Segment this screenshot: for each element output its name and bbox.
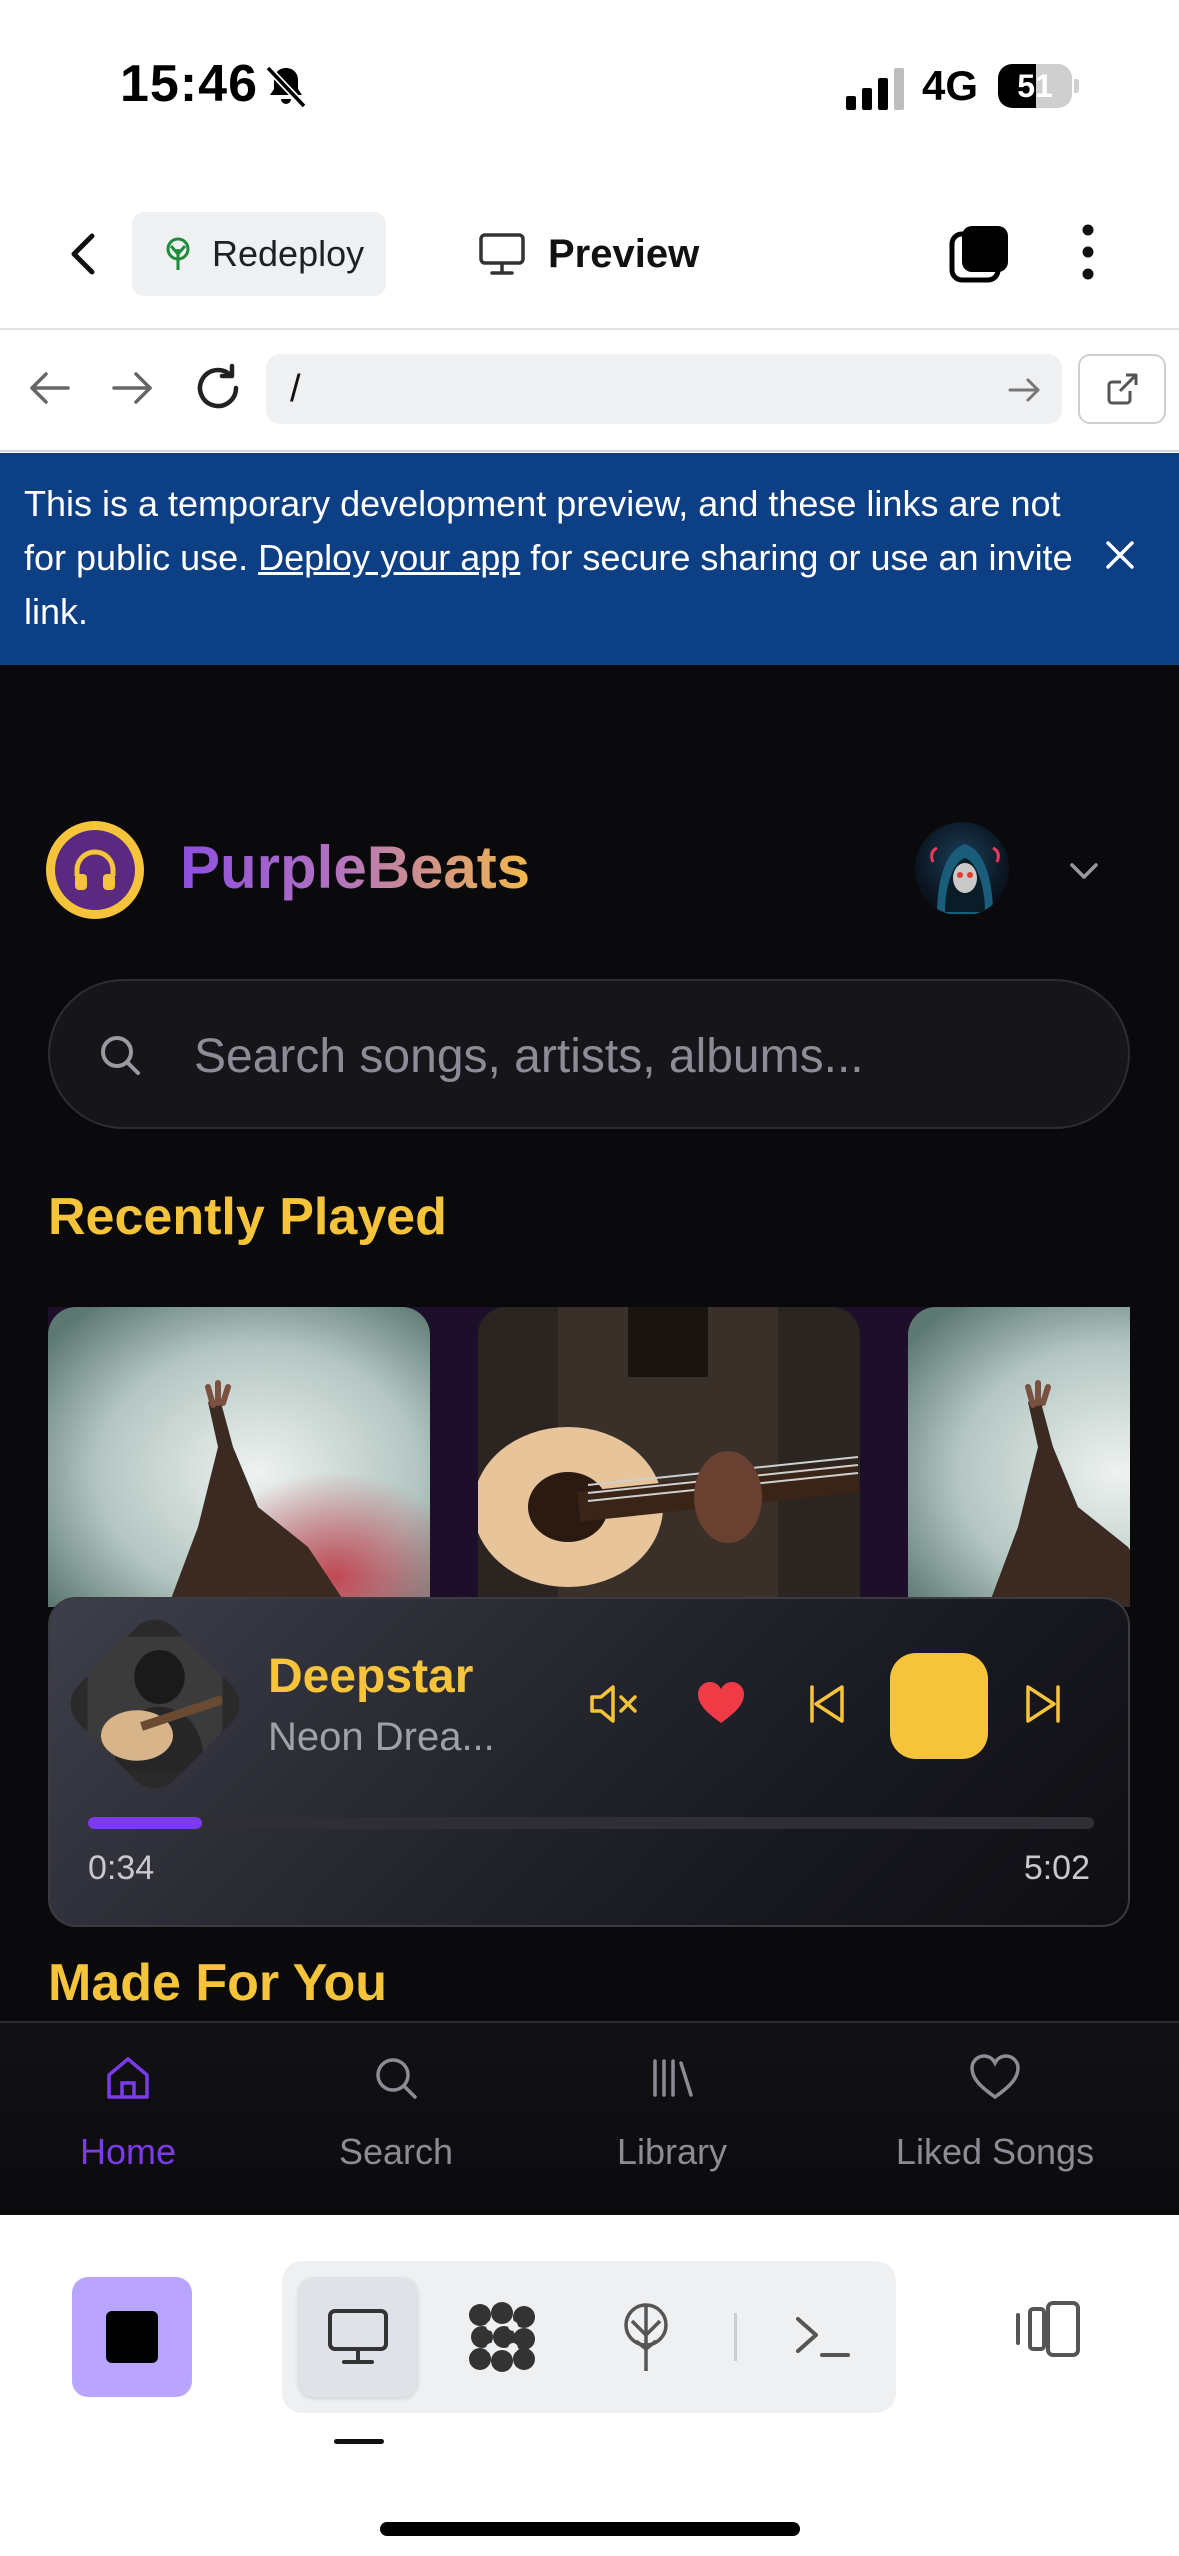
nav-liked-songs[interactable]: Liked Songs: [864, 2041, 1126, 2201]
status-time: 15:46: [120, 55, 258, 113]
heart-filled-icon: [698, 1682, 744, 1723]
now-playing-artist: Neon Drea...: [268, 1715, 495, 1759]
play-pause-button[interactable]: [890, 1653, 988, 1759]
agent-tool-button[interactable]: [442, 2277, 562, 2397]
skip-forward-icon: [1026, 1685, 1060, 1723]
recently-played-carousel[interactable]: [48, 1307, 1130, 1607]
panels-icon: [1016, 2301, 1080, 2357]
app-header: Redeploy Preview: [0, 170, 1179, 330]
monitor-icon: [479, 233, 525, 275]
preview-tab[interactable]: Preview: [478, 218, 699, 290]
stop-button[interactable]: [72, 2277, 192, 2397]
signal-icon: [846, 68, 904, 110]
headphones-logo-icon: [46, 821, 144, 919]
deploy-tree-icon: [166, 237, 190, 270]
now-playing-bar: Deepstar Neon Drea... 0:34 5:02: [48, 1597, 1130, 1927]
external-link-icon: [1107, 373, 1138, 405]
search-input[interactable]: [194, 1017, 1094, 1095]
nav-library[interactable]: Library: [542, 2041, 802, 2201]
arrow-right-icon[interactable]: [106, 362, 158, 414]
current-time: 0:34: [88, 1849, 155, 1887]
next-button[interactable]: [1016, 1677, 1070, 1731]
stop-icon: [106, 2311, 158, 2363]
deploy-app-link[interactable]: Deploy your app: [258, 537, 520, 578]
toolbar-divider: [734, 2313, 737, 2361]
url-input[interactable]: [266, 354, 1062, 424]
bottom-toolbar: [0, 2215, 1179, 2556]
preview-label: Preview: [548, 231, 700, 276]
total-time: 5:02: [1023, 1849, 1090, 1887]
dev-preview-banner: This is a temporary development preview,…: [0, 453, 1179, 665]
nav-search[interactable]: Search: [266, 2041, 526, 2201]
like-button[interactable]: [694, 1677, 748, 1731]
album-card[interactable]: [908, 1307, 1130, 1607]
mute-button[interactable]: [586, 1677, 640, 1731]
nav-search-label: Search: [338, 2131, 454, 2172]
close-icon[interactable]: [1096, 531, 1144, 579]
active-tool-indicator: [334, 2439, 384, 2444]
redeploy-button[interactable]: Redeploy: [132, 212, 386, 296]
library-icon: [653, 2059, 693, 2097]
previous-button[interactable]: [800, 1677, 854, 1731]
app-preview: PurpleBeats Recently Played: [0, 665, 1179, 2215]
battery-indicator: 51: [998, 64, 1079, 108]
arrow-left-icon[interactable]: [24, 362, 76, 414]
album-card[interactable]: [478, 1307, 860, 1607]
recently-played-heading: Recently Played: [48, 1188, 447, 1246]
agent-icon: [469, 2302, 535, 2372]
battery-percent: 51: [1017, 68, 1053, 104]
made-for-you-heading: Made For You: [48, 1954, 387, 2012]
back-chevron-icon[interactable]: [56, 226, 112, 282]
deploy-tree-icon: [624, 2303, 668, 2371]
panels-button[interactable]: [1000, 2281, 1096, 2377]
chevron-down-icon[interactable]: [1064, 851, 1104, 891]
user-avatar[interactable]: [912, 819, 1012, 919]
terminal-icon: [796, 2317, 850, 2357]
open-external-button[interactable]: [1078, 354, 1166, 424]
volume-mute-icon: [590, 1685, 637, 1723]
redeploy-label: Redeploy: [212, 233, 365, 274]
search-icon: [101, 1036, 140, 1075]
heart-icon: [970, 2054, 1020, 2100]
brand-name: PurpleBeats: [180, 834, 531, 901]
network-label: 4G: [922, 62, 979, 109]
nav-home[interactable]: Home: [0, 2041, 258, 2201]
home-icon: [107, 2057, 149, 2099]
now-playing-cover[interactable]: [59, 1608, 251, 1800]
album-card[interactable]: [48, 1307, 430, 1607]
now-playing-title: Deepstar: [268, 1650, 474, 1703]
monitor-icon: [328, 2309, 388, 2364]
url-bar: [0, 332, 1179, 452]
nav-home-label: Home: [79, 2131, 177, 2172]
home-indicator: [380, 2522, 800, 2536]
skip-back-icon: [810, 1685, 844, 1723]
preview-tool-button[interactable]: [298, 2277, 418, 2397]
status-bar: 15:46 4G 51: [0, 0, 1179, 170]
reload-icon[interactable]: [190, 360, 246, 416]
more-vertical-icon[interactable]: [1064, 220, 1112, 284]
tabs-icon[interactable]: [948, 222, 1012, 286]
progress-bar[interactable]: [88, 1817, 1094, 1829]
nav-liked-songs-label: Liked Songs: [895, 2131, 1095, 2172]
progress-fill: [88, 1817, 202, 1829]
bell-slash-icon: [265, 65, 307, 109]
bottom-navigation: Home Search Library Liked Songs: [0, 2021, 1179, 2215]
search-bar[interactable]: [48, 979, 1130, 1129]
go-arrow-icon[interactable]: [1004, 370, 1044, 410]
deploy-tool-button[interactable]: [586, 2277, 706, 2397]
shell-tool-button[interactable]: [762, 2277, 882, 2397]
nav-library-label: Library: [616, 2131, 728, 2172]
search-icon: [376, 2058, 417, 2099]
tool-switcher: [282, 2261, 896, 2413]
